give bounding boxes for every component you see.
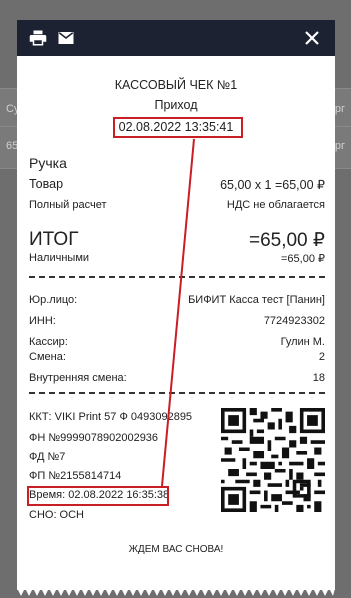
total-row: ИТОГ =65,00 ₽ bbox=[29, 229, 325, 252]
inn-label: ИНН: bbox=[29, 315, 56, 327]
vat-text: НДС не облагается bbox=[226, 199, 325, 211]
item-calc: 65,00 х 1 =65,00 ₽ bbox=[220, 178, 325, 192]
inn-row: ИНН: 7724923302 bbox=[29, 315, 325, 327]
receipt-type: Приход bbox=[154, 98, 198, 112]
payment-row: Полный расчет НДС не облагается bbox=[29, 199, 325, 211]
dashed-divider bbox=[29, 276, 325, 278]
mail-icon[interactable] bbox=[57, 29, 75, 47]
total-label: ИТОГ bbox=[29, 229, 79, 250]
qr-code bbox=[221, 408, 325, 512]
payment-method: Полный расчет bbox=[29, 199, 107, 211]
item-name: Ручка bbox=[29, 155, 67, 171]
receipt-toolbar bbox=[17, 20, 335, 56]
fn-line: ФН №9999078902002936 bbox=[29, 432, 159, 444]
fp-line: ФП №2155814714 bbox=[29, 470, 122, 482]
cashier-row: Кассир: Гулин М. bbox=[29, 336, 325, 348]
kkt-line: ККТ: VIKI Print 57 Ф 0493092895 bbox=[29, 411, 193, 423]
item-name-row: Ручка bbox=[29, 155, 325, 171]
inner-shift-label: Внутренняя смена: bbox=[29, 372, 127, 384]
receipt-title: КАССОВЫЙ ЧЕК №1 bbox=[114, 78, 238, 92]
close-icon[interactable] bbox=[303, 29, 321, 47]
cashier-label: Кассир: bbox=[29, 336, 68, 348]
shift-label: Смена: bbox=[29, 351, 66, 363]
sno-line: СНО: ОСН bbox=[29, 509, 84, 521]
item-label: Товар bbox=[29, 177, 64, 191]
inn-value: 7724923302 bbox=[263, 315, 325, 327]
receipt-torn-edge bbox=[17, 588, 335, 596]
cashier-value: Гулин М. bbox=[280, 336, 325, 348]
legal-label: Юр.лицо: bbox=[29, 294, 78, 306]
receipt-modal: КАССОВЫЙ ЧЕК №1 Приход 02.08.2022 13:35:… bbox=[17, 20, 335, 596]
time-highlight bbox=[27, 486, 169, 506]
legal-row: Юр.лицо: БИФИТ Касса тест [Панин] bbox=[29, 294, 325, 306]
cash-value: =65,00 ₽ bbox=[280, 253, 325, 265]
footer-text: ЖДЕМ ВАС СНОВА! bbox=[128, 544, 224, 555]
legal-value: БИФИТ Касса тест [Панин] bbox=[188, 294, 325, 306]
inner-shift-row: Внутренняя смена: 18 bbox=[29, 372, 325, 384]
dashed-divider bbox=[29, 392, 325, 394]
fd-line: ФД №7 bbox=[29, 451, 66, 463]
printer-icon[interactable] bbox=[29, 29, 47, 47]
cash-row: Наличными =65,00 ₽ bbox=[29, 252, 325, 265]
inner-shift-value: 18 bbox=[312, 372, 325, 384]
datetime-highlight bbox=[113, 117, 243, 138]
cash-label: Наличными bbox=[29, 252, 90, 264]
shift-row: Смена: 2 bbox=[29, 351, 325, 363]
total-value: =65,00 ₽ bbox=[248, 230, 325, 251]
shift-value: 2 bbox=[318, 351, 325, 363]
item-row: Товар 65,00 х 1 =65,00 ₽ bbox=[29, 177, 325, 192]
